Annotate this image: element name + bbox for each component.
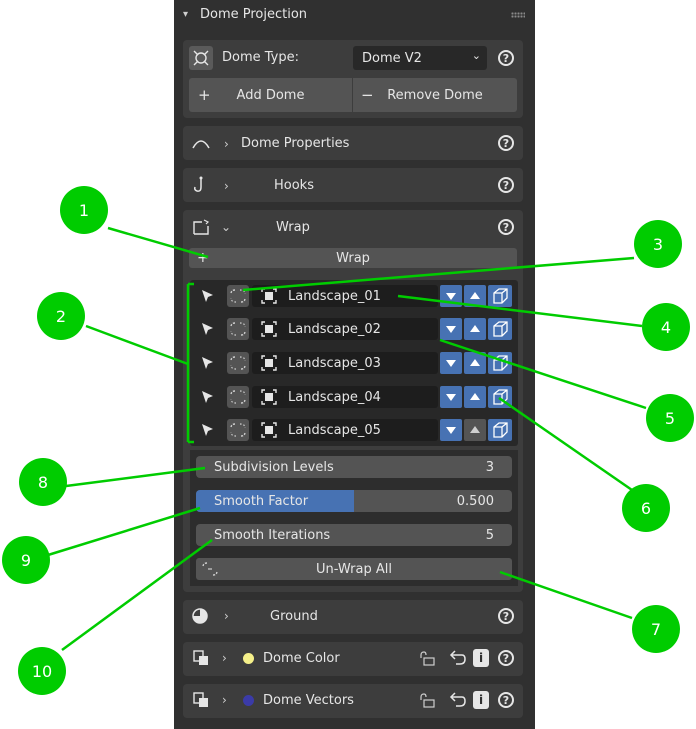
callout-3: 3: [634, 220, 682, 268]
callout-10: 10: [18, 647, 66, 695]
annotation-lines: [47, 226, 647, 652]
callout-2: 2: [37, 292, 85, 340]
callout-7: 7: [632, 605, 680, 653]
callout-4: 4: [642, 303, 690, 351]
callout-line-8: [65, 466, 206, 488]
callout-line-9: [47, 506, 201, 557]
callout-6: 6: [622, 484, 670, 532]
callout-1: 1: [60, 186, 108, 234]
callout-line-10: [61, 538, 213, 652]
callout-line-4: [397, 294, 643, 328]
callout-line-1: [107, 226, 209, 259]
callout-line-5: [439, 338, 647, 410]
callout-8: 8: [19, 458, 67, 506]
callout-line-2: [85, 324, 189, 366]
callout-line-6: [498, 396, 633, 492]
callout-9: 9: [2, 536, 50, 584]
callout-line-7: [499, 570, 633, 620]
callout-5: 5: [646, 394, 694, 442]
callout-line-3: [242, 256, 635, 292]
